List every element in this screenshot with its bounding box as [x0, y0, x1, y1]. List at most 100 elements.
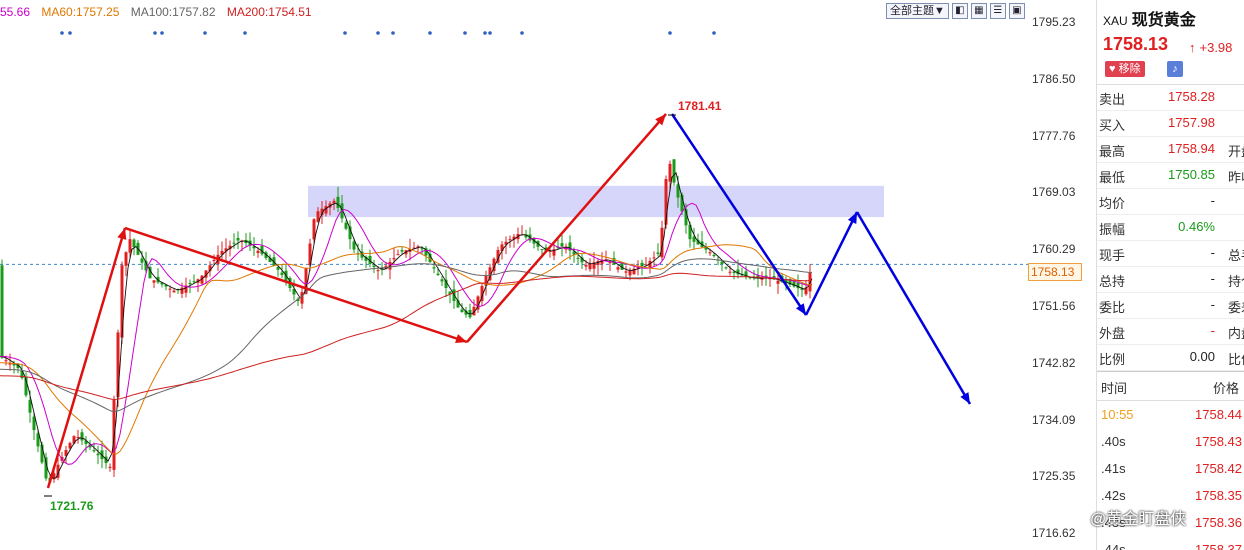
quote-row: 比例 0.00 比价 [1097, 345, 1244, 371]
list-icon[interactable]: ☰ [989, 3, 1006, 19]
candle-body [192, 281, 196, 283]
impulse-arrow-up-1-head [117, 228, 127, 240]
trade-time: .44s [1101, 542, 1126, 550]
alert-bell-icon[interactable]: ♪ [1167, 61, 1183, 77]
quote-label-secondary: 昨收 [1228, 170, 1244, 185]
kline-chart-area[interactable]: 1781.41 1721.76 55.66 MA60:1757.25 MA100:… [0, 0, 1028, 550]
price-axis-tick: 1751.56 [1032, 299, 1076, 313]
candle-body [440, 279, 444, 282]
quote-label-secondary: 比价 [1228, 352, 1244, 367]
quote-label: 振幅 [1099, 222, 1126, 237]
quote-label: 买入 [1099, 118, 1126, 133]
quote-label: 外盘 [1099, 326, 1126, 341]
quote-value: 0.00 [1189, 349, 1215, 364]
layout-icon[interactable]: ▣ [1008, 3, 1025, 19]
candle-body [80, 432, 84, 441]
quote-label: 现手 [1099, 248, 1126, 263]
candle-body [92, 450, 96, 452]
trade-time: .41s [1101, 461, 1126, 476]
quote-row: 最高 1758.94 开盘 [1097, 137, 1244, 163]
candle-body [280, 272, 284, 275]
event-marker [463, 31, 467, 35]
grid-icon[interactable]: ▦ [970, 3, 987, 19]
candle-body [508, 239, 512, 241]
trade-row: .41s 1758.42 [1097, 455, 1244, 482]
quote-value: - [1210, 271, 1215, 286]
theme-select[interactable]: 全部主题▼ [886, 3, 949, 19]
candle-body [352, 241, 356, 250]
candle-body [656, 252, 660, 254]
quote-label: 委比 [1099, 300, 1126, 315]
trade-time: .40s [1101, 434, 1126, 449]
resistance-zone [308, 185, 884, 218]
event-marker [343, 31, 347, 35]
trade-price-header: 价格 [1212, 381, 1239, 396]
quote-rows: 卖出 1758.28 买入 1757.98 最高 1758.94 开盘最低 1750.85 昨收… [1097, 85, 1244, 371]
trade-time: 10:55 [1101, 407, 1134, 422]
price-axis-tick: 1742.82 [1032, 355, 1076, 370]
quote-label-secondary: 开盘 [1228, 144, 1244, 159]
candle-body [672, 159, 676, 183]
event-marker [488, 31, 492, 35]
candle-body [116, 332, 120, 398]
candle-body [400, 250, 404, 252]
trade-price: 1758.36 [1195, 515, 1242, 530]
candle-body [300, 292, 304, 304]
ma-partial-value: 55.66 [0, 5, 31, 19]
candle-body [432, 267, 436, 269]
candle-body [140, 258, 144, 263]
candle-body [396, 254, 400, 256]
quote-label-secondary: 持仓 [1228, 274, 1244, 289]
candle-body [108, 466, 112, 468]
candle-body [0, 265, 4, 358]
candle-body [96, 453, 100, 456]
quote-label: 最高 [1099, 144, 1126, 159]
ma200-value: MA200:1754.51 [226, 5, 312, 19]
impulse-arrow-up-2 [466, 113, 667, 343]
candle-body [584, 264, 588, 267]
trade-price: 1758.35 [1195, 488, 1242, 503]
candle-body [392, 258, 396, 260]
remove-favorite-button[interactable]: ♥ 移除 [1105, 61, 1145, 77]
candle-body [188, 283, 192, 285]
trade-price: 1758.37 [1195, 542, 1242, 550]
candle-body [4, 360, 8, 362]
candle-body [560, 243, 564, 247]
event-marker [668, 31, 672, 35]
quote-value: 1750.85 [1168, 167, 1215, 182]
candle-body [720, 261, 724, 264]
low-price-label: 1721.76 [50, 499, 94, 513]
quote-value: - [1210, 297, 1215, 312]
event-marker [520, 31, 524, 35]
candle-body [172, 290, 176, 293]
price-axis-tick: 1716.62 [1032, 526, 1076, 541]
quote-row: 卖出 1758.28 [1097, 85, 1244, 111]
event-marker [68, 31, 72, 35]
quote-value: - [1210, 193, 1215, 208]
price-axis: 1758.13 1795.23 1786.50 1777.76 1769.03 1760… [1028, 0, 1096, 550]
heart-icon: ♥ [1109, 63, 1116, 75]
candle-body [616, 267, 620, 270]
candlestick-chart[interactable]: 1781.41 1721.76 [0, 0, 1028, 550]
quote-panel: XAU 现货黄金 1758.13 ↑ +3.98 ♥ 移除 ♪ 卖出 1758.28 买… [1096, 0, 1244, 550]
quote-label-secondary: 委差 [1228, 300, 1244, 315]
trade-price: 1758.44 [1195, 407, 1242, 422]
quote-value: 1758.28 [1168, 89, 1215, 104]
candle-body [256, 250, 260, 253]
candle-body [420, 248, 424, 250]
zoom-out-icon[interactable]: ◧ [951, 3, 968, 19]
candle-body [588, 263, 592, 270]
event-marker [60, 31, 64, 35]
price-axis-tick: 1786.50 [1032, 71, 1076, 86]
quote-value: - [1210, 323, 1215, 338]
event-marker [428, 31, 432, 35]
trade-row: .44s 1758.37 [1097, 536, 1244, 550]
candle-body [376, 270, 380, 272]
quote-row: 总持 -持仓 [1097, 267, 1244, 293]
event-marker [712, 31, 716, 35]
quote-value: 1757.98 [1168, 115, 1215, 130]
candle-body [212, 260, 216, 262]
forecast-arrow-down-2 [855, 211, 972, 405]
trade-row: 10:55 1758.44 [1097, 401, 1244, 428]
trade-header: 时间 价格 [1097, 371, 1244, 401]
